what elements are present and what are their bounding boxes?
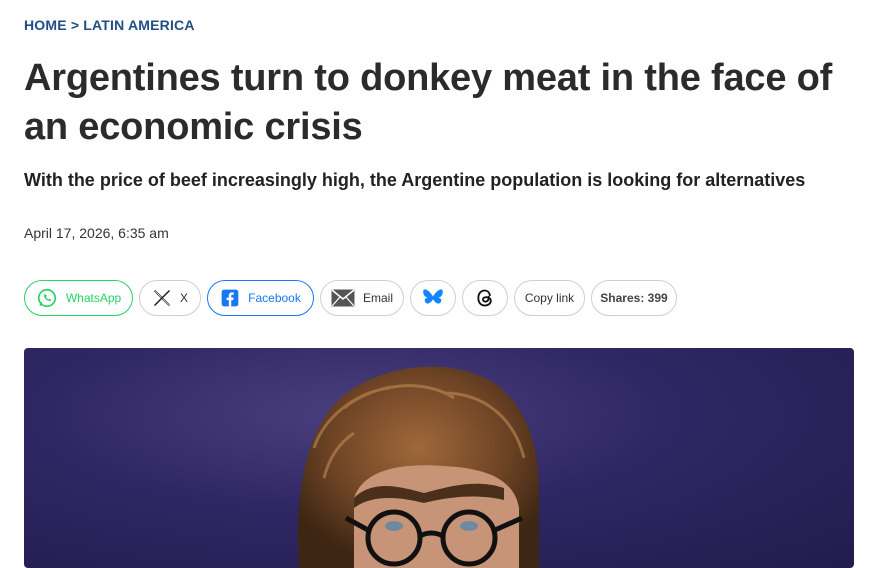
breadcrumb-section-link[interactable]: LATIN AMERICA [83, 17, 194, 33]
share-bluesky-button[interactable] [410, 280, 456, 316]
hero-photo-illustration [297, 366, 539, 568]
email-label: Email [362, 291, 393, 305]
facebook-icon [221, 289, 239, 307]
copy-link-label: Copy link [524, 291, 575, 305]
share-facebook-button[interactable]: Facebook [207, 280, 314, 316]
shares-count-badge: Shares: 399 [591, 280, 677, 316]
share-whatsapp-button[interactable]: WhatsApp [24, 280, 133, 316]
whatsapp-icon [37, 288, 56, 308]
x-label: X [179, 291, 188, 305]
whatsapp-label: WhatsApp [65, 291, 122, 305]
share-threads-button[interactable] [462, 280, 508, 316]
facebook-label: Facebook [248, 291, 301, 305]
share-x-button[interactable]: X [139, 280, 201, 316]
x-logo-icon [153, 289, 171, 307]
envelope-icon [331, 289, 355, 307]
threads-icon [477, 289, 492, 307]
copy-link-button[interactable]: Copy link [514, 280, 585, 316]
breadcrumb-home-link[interactable]: HOME [24, 17, 67, 33]
article-subtitle: With the price of beef increasingly high… [24, 170, 806, 190]
article-title: Argentines turn to donkey meat in the fa… [24, 57, 833, 148]
shares-count-label: Shares: 399 [600, 291, 668, 305]
breadcrumb: HOME > LATIN AMERICA [24, 17, 195, 33]
breadcrumb-separator: > [70, 17, 80, 33]
publish-date: April 17, 2026, 6:35 am [24, 225, 169, 241]
article-hero-image [24, 348, 854, 568]
share-email-button[interactable]: Email [320, 280, 404, 316]
bluesky-butterfly-icon [423, 289, 443, 304]
